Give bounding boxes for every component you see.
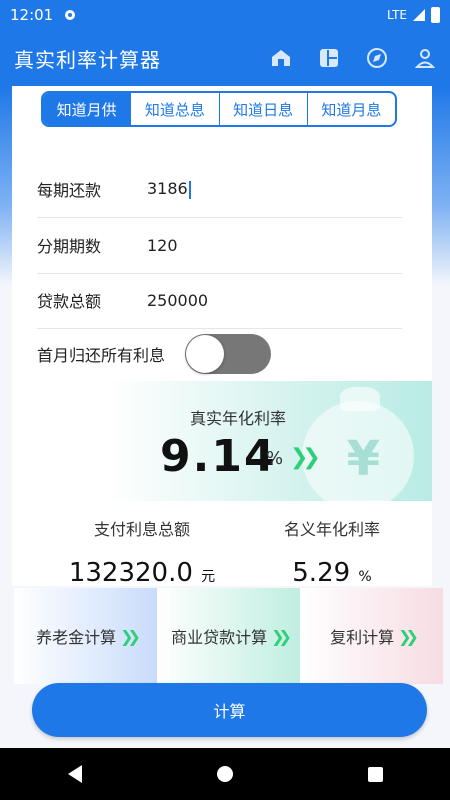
pension-calc-button[interactable]: 养老金计算 ❯❯ (14, 588, 157, 684)
first-month-interest-row: 首月归还所有利息 (37, 329, 402, 379)
status-time: 12:01 (10, 6, 54, 24)
loan-row[interactable]: 贷款总额 250000 (37, 272, 402, 329)
nominal-rate-label: 名义年化利率 (283, 520, 380, 539)
app-title: 真实利率计算器 (14, 47, 161, 72)
toggle-knob (186, 335, 225, 373)
explore-icon[interactable] (366, 47, 388, 69)
money-bag-knot (340, 387, 380, 411)
periods-input[interactable]: 120 (147, 236, 178, 255)
user-icon[interactable] (414, 47, 436, 69)
payment-row[interactable]: 每期还款 3186 (37, 161, 402, 218)
tab-monthly-interest[interactable]: 知道月息 (308, 93, 395, 125)
calculate-button[interactable]: 计算 (32, 683, 427, 737)
grid-icon[interactable] (318, 47, 340, 69)
home-circle-icon[interactable] (216, 766, 233, 782)
total-interest-value: 132320.0 (68, 558, 193, 588)
periods-label: 分期期数 (37, 237, 102, 256)
chevron-right-icon: ❯❯ (120, 626, 141, 646)
tab-total-interest[interactable]: 知道总息 (131, 93, 220, 125)
calculator-card: 知道月供 知道总息 知道日息 知道月息 每期还款 3186 分期期数 120 贷… (12, 86, 432, 588)
tab-daily-interest[interactable]: 知道日息 (220, 93, 308, 125)
first-month-interest-toggle[interactable] (185, 334, 272, 374)
commercial-loan-calc-button[interactable]: 商业贷款计算 ❯❯ (157, 588, 300, 684)
real-rate-unit: % (266, 448, 284, 469)
home-icon[interactable] (270, 47, 292, 69)
chevron-right-icon: ❯❯ (398, 626, 419, 646)
double-chevron-icon: ❯❯ (290, 445, 321, 470)
settings-gear-icon (65, 10, 76, 20)
back-icon[interactable] (67, 765, 82, 783)
real-rate-label: 真实年化利率 (190, 409, 287, 428)
system-nav-bar (0, 748, 450, 800)
toggle-label: 首月归还所有利息 (37, 346, 166, 365)
total-interest-stat: 支付利息总额 132320.0 元 (52, 516, 232, 588)
battery-icon (431, 7, 440, 23)
nominal-rate-stat: 名义年化利率 5.29 % (252, 516, 412, 588)
payment-label: 每期还款 (37, 181, 102, 200)
loan-label: 贷款总额 (37, 292, 102, 311)
mode-tabs: 知道月供 知道总息 知道日息 知道月息 (41, 91, 397, 127)
periods-row[interactable]: 分期期数 120 (37, 217, 402, 274)
total-interest-unit: 元 (201, 569, 216, 585)
chevron-right-icon: ❯❯ (271, 626, 292, 646)
compound-interest-calc-button[interactable]: 复利计算 ❯❯ (300, 588, 443, 684)
status-bar: 12:01 LTE (0, 0, 450, 30)
nominal-rate-unit: % (358, 569, 372, 585)
tab-monthly-payment[interactable]: 知道月供 (43, 93, 132, 125)
text-cursor (188, 180, 191, 199)
total-interest-label: 支付利息总额 (93, 520, 190, 539)
loan-input[interactable]: 250000 (147, 291, 208, 310)
yen-icon: ¥ (346, 431, 380, 487)
payment-input[interactable]: 3186 (147, 179, 191, 199)
real-rate-value: 9.14 (160, 431, 277, 482)
signal-icon (413, 9, 425, 21)
real-rate-panel: ¥ 真实年化利率 9.14 % ❯❯ (108, 381, 432, 501)
network-label: LTE (387, 8, 407, 22)
nominal-rate-value: 5.29 (292, 558, 351, 588)
app-bar: 真实利率计算器 (0, 30, 450, 86)
recents-icon[interactable] (367, 766, 383, 782)
